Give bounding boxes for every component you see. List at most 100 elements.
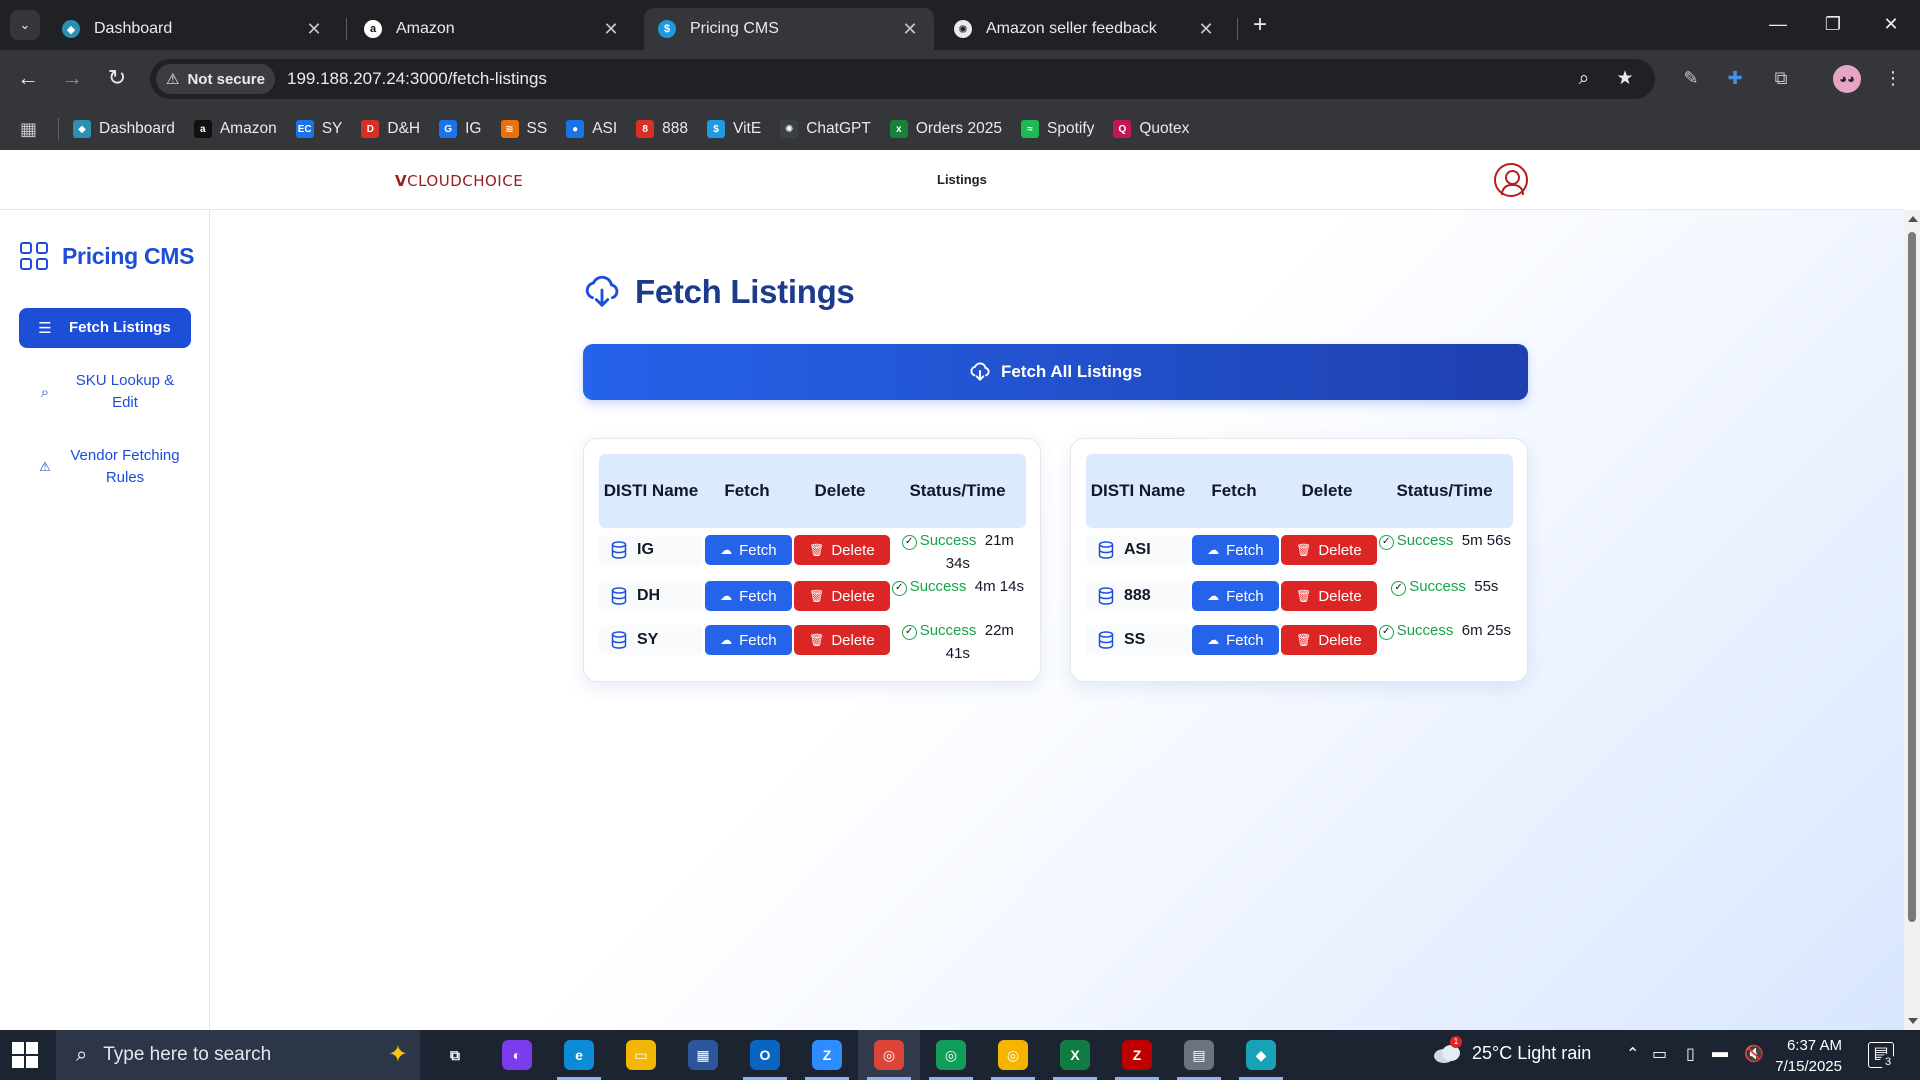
bookmark-orders-2025[interactable]: x Orders 2025	[889, 120, 1002, 138]
microsoft-store-icon[interactable]: ▦	[688, 1040, 718, 1070]
fetch-button[interactable]: ☁ Fetch	[1191, 625, 1280, 655]
header-link-listings[interactable]: Listings	[937, 172, 987, 187]
weather-widget[interactable]: 1 25°C Light rain	[1432, 1036, 1591, 1064]
close-icon[interactable]: ✕	[900, 19, 920, 40]
tab-dashboard[interactable]: ◆ Dashboard ✕	[48, 8, 338, 50]
tab-amazon-seller-feedback[interactable]: ✺ Amazon seller feedback ✕	[940, 8, 1230, 50]
bookmark-asi[interactable]: ● ASI	[566, 120, 617, 138]
excel-icon[interactable]: X	[1060, 1040, 1090, 1070]
display-icon[interactable]: ▭	[1652, 1044, 1667, 1064]
tab-amazon[interactable]: a Amazon ✕	[350, 8, 635, 50]
windows-start-icon[interactable]	[12, 1042, 38, 1068]
bookmark-888[interactable]: 8 888	[636, 120, 688, 138]
tab-title: Amazon seller feedback	[986, 20, 1157, 37]
profile-avatar[interactable]: ◕◕	[1833, 65, 1861, 93]
scroll-up-arrow-icon[interactable]	[1908, 216, 1918, 222]
volume-muted-icon[interactable]: 🔇	[1744, 1044, 1764, 1064]
bookmark-ig[interactable]: G IG	[439, 120, 482, 138]
bookmark-amazon[interactable]: a Amazon	[193, 120, 277, 138]
forward-arrow-icon[interactable]: →	[56, 62, 88, 94]
scroll-down-arrow-icon[interactable]	[1908, 1018, 1918, 1024]
brand-title: Pricing CMS	[62, 242, 195, 269]
bookmark-spotify[interactable]: ≈ Spotify	[1020, 120, 1094, 138]
taskbar-search-box[interactable]: ⌕ Type here to search ✦	[56, 1030, 420, 1080]
system-clock[interactable]: 6:37 AM 7/15/2025	[1770, 1035, 1842, 1077]
delete-button[interactable]: 🗑 Delete	[1281, 535, 1377, 565]
filezilla-icon[interactable]: Z	[1122, 1040, 1152, 1070]
restore-icon[interactable]: ❐	[1813, 10, 1853, 38]
bookmark-label: VitE	[733, 120, 762, 137]
delete-button[interactable]: 🗑 Delete	[794, 625, 890, 655]
extensions-icon[interactable]: ⧉	[1766, 63, 1796, 93]
outlook-icon[interactable]: O	[750, 1040, 780, 1070]
status-text: Success	[1396, 622, 1454, 639]
chrome-icon[interactable]: ◎	[874, 1040, 904, 1070]
chevron-up-icon[interactable]: ⌃	[1626, 1044, 1639, 1064]
bookmark-sy[interactable]: EC SY	[295, 120, 342, 138]
status-time-cell: ✓ Success 4m 14s	[890, 575, 1026, 598]
close-icon[interactable]: ✕	[1196, 19, 1216, 40]
chrome-profile-icon[interactable]: ◎	[936, 1040, 966, 1070]
url-text[interactable]: 199.188.207.24:3000/fetch-listings	[287, 69, 547, 89]
task-view-icon[interactable]: ⧉	[440, 1040, 470, 1070]
apps-grid-icon[interactable]: ▦	[20, 119, 44, 140]
zoom-icon[interactable]: Z	[812, 1040, 842, 1070]
bookmark-dashboard[interactable]: ◆ Dashboard	[73, 120, 175, 138]
fetch-button[interactable]: ☁ Fetch	[704, 625, 793, 655]
dashboard-grid-icon	[20, 242, 48, 270]
fetch-button[interactable]: ☁ Fetch	[704, 581, 793, 611]
cloudchoice-logo[interactable]: VCLOUDCHOICE	[395, 172, 523, 190]
address-bar[interactable]: ⚠ Not secure 199.188.207.24:3000/fetch-l…	[150, 59, 1655, 99]
delete-button[interactable]: 🗑 Delete	[1281, 581, 1377, 611]
chrome-alt-icon[interactable]: ◎	[998, 1040, 1028, 1070]
bookmark-quotex[interactable]: Q Quotex	[1113, 120, 1189, 138]
bookmark-chatgpt[interactable]: ✺ ChatGPT	[780, 120, 871, 138]
more-menu-icon[interactable]: ⋮	[1878, 63, 1908, 93]
fetch-button[interactable]: ☁ Fetch	[1191, 581, 1280, 611]
file-explorer-icon[interactable]: ▭	[626, 1040, 656, 1070]
app-icon[interactable]: ◆	[1246, 1040, 1276, 1070]
new-tab-button[interactable]: +	[1246, 12, 1274, 40]
fetch-button[interactable]: ☁ Fetch	[1191, 535, 1280, 565]
scrollbar-thumb[interactable]	[1908, 232, 1916, 922]
sidebar-item-sku-lookup[interactable]: ⌕ SKU Lookup & Edit	[19, 370, 191, 414]
fetch-button[interactable]: ☁ Fetch	[704, 535, 793, 565]
security-indicator[interactable]: ⚠ Not secure	[156, 64, 275, 94]
minimize-icon[interactable]: —	[1758, 10, 1798, 38]
delete-button[interactable]: 🗑 Delete	[1281, 625, 1377, 655]
security-label: Not secure	[187, 70, 265, 88]
disti-name-cell: SS	[1086, 625, 1190, 655]
zoom-icon[interactable]: ⌕	[1570, 65, 1598, 93]
check-circle-icon: ✓	[891, 581, 907, 596]
bookmark-vite[interactable]: $ VitE	[707, 120, 761, 138]
bookmark-ss[interactable]: ≋ SS	[500, 120, 547, 138]
edge-icon[interactable]: e	[564, 1040, 594, 1070]
main-content: Fetch Listings Fetch All Listings DISTI …	[211, 210, 1904, 1030]
dh-bookmark-icon: D	[361, 120, 380, 138]
sidebar-item-vendor-fetching-rules[interactable]: ⚠ Vendor Fetching Rules	[19, 445, 191, 489]
tab-search-icon[interactable]: ⌄	[10, 10, 40, 40]
fetch-all-listings-button[interactable]: Fetch All Listings	[583, 344, 1528, 400]
extension-feather-icon[interactable]: ✎	[1676, 63, 1706, 93]
calculator-icon[interactable]: ▤	[1184, 1040, 1214, 1070]
sidebar-item-fetch-listings[interactable]: ☰ Fetch Listings	[19, 308, 191, 348]
bookmark-d-h[interactable]: D D&H	[361, 120, 420, 138]
close-icon[interactable]: ✕	[304, 19, 324, 40]
copilot-sparkle-icon: ✦	[387, 1041, 408, 1068]
battery-icon[interactable]: ▬	[1712, 1044, 1728, 1062]
copilot-icon[interactable]: ◐	[502, 1040, 532, 1070]
browser-tab-strip: ⌄ ◆ Dashboard ✕ a Amazon ✕ $ Pricing CMS…	[0, 0, 1920, 50]
reload-icon[interactable]: ↻	[101, 62, 133, 94]
page-scrollbar[interactable]	[1904, 210, 1920, 1030]
extension-puzzle-blue-icon[interactable]: ✚	[1720, 63, 1750, 93]
back-arrow-icon[interactable]: ←	[12, 62, 44, 94]
close-window-icon[interactable]: ✕	[1871, 10, 1911, 38]
user-account-icon[interactable]	[1494, 163, 1528, 197]
amazon-favicon-icon: a	[364, 20, 382, 38]
delete-button[interactable]: 🗑 Delete	[794, 535, 890, 565]
bookmark-star-icon[interactable]: ★	[1611, 65, 1639, 93]
tab-pricing-cms[interactable]: $ Pricing CMS ✕	[644, 8, 934, 50]
delete-button[interactable]: 🗑 Delete	[794, 581, 890, 611]
close-icon[interactable]: ✕	[601, 19, 621, 40]
device-icon[interactable]: ▯	[1686, 1044, 1695, 1064]
